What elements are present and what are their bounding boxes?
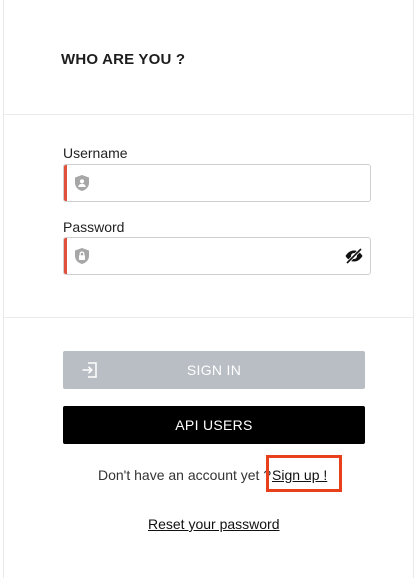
signup-prompt: Don't have an account yet ? [98, 467, 272, 483]
api-users-label: API USERS [175, 417, 253, 433]
login-card: WHO ARE YOU ? Username Password SIGN IN … [3, 0, 414, 578]
sign-up-link[interactable]: Sign up ! [272, 467, 327, 483]
password-label: Password [63, 219, 125, 235]
page-title: WHO ARE YOU ? [61, 51, 186, 68]
username-field-wrapper [63, 164, 371, 202]
header-divider [4, 114, 413, 115]
sign-in-button[interactable]: SIGN IN [63, 351, 365, 389]
reset-password-link[interactable]: Reset your password [148, 516, 280, 532]
user-shield-icon [67, 165, 97, 201]
username-label: Username [63, 145, 128, 161]
form-divider [4, 317, 413, 318]
lock-shield-icon [67, 238, 97, 274]
api-users-button[interactable]: API USERS [63, 406, 365, 444]
password-field-wrapper [63, 237, 371, 275]
sign-in-label: SIGN IN [186, 362, 242, 378]
eye-slash-icon[interactable] [338, 238, 370, 274]
password-input[interactable] [97, 238, 338, 274]
login-arrow-icon [80, 360, 100, 380]
username-input[interactable] [97, 165, 370, 201]
